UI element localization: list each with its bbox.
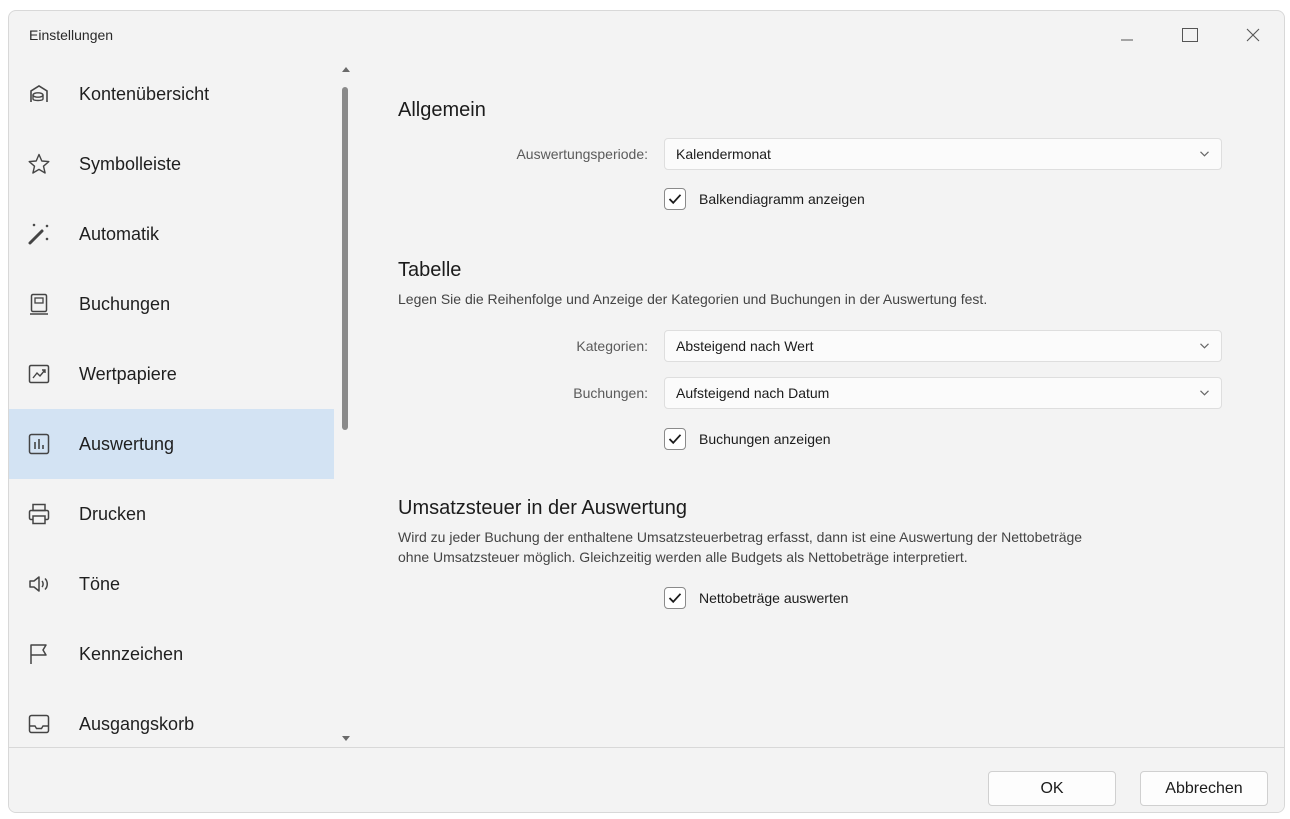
sidebar-item-label: Buchungen bbox=[79, 293, 171, 314]
chevron-down-icon bbox=[1200, 390, 1209, 396]
settings-sidebar: Kontenübersicht Symbolleiste Automatik B… bbox=[9, 59, 334, 747]
bookings-select-value: Aufsteigend nach Datum bbox=[676, 385, 830, 401]
section-heading-allgemein: Allgemein bbox=[398, 99, 486, 121]
show-bookings-checkbox[interactable]: Buchungen anzeigen bbox=[664, 428, 831, 450]
sidebar-item-label: Automatik bbox=[79, 223, 160, 244]
sidebar-item-label: Töne bbox=[79, 573, 121, 594]
dialog-footer: OK Abbrechen bbox=[9, 747, 1284, 812]
ok-button[interactable]: OK bbox=[988, 771, 1116, 806]
sidebar-item-buchungen[interactable]: Buchungen bbox=[9, 269, 334, 339]
show-bookings-checkbox-label: Buchungen anzeigen bbox=[699, 431, 831, 447]
scroll-up-arrow-icon[interactable] bbox=[342, 67, 350, 72]
sidebar-item-label: Symbolleiste bbox=[79, 153, 182, 174]
vat-description-line-1: Wird zu jeder Buchung der enthaltene Ums… bbox=[398, 529, 1083, 545]
period-select[interactable]: Kalendermonat bbox=[664, 138, 1222, 170]
bookings-select[interactable]: Aufsteigend nach Datum bbox=[664, 377, 1222, 409]
magic-wand-icon bbox=[28, 223, 49, 245]
checkmark-icon bbox=[668, 194, 682, 205]
net-amounts-checkbox[interactable]: Nettobeträge auswerten bbox=[664, 587, 848, 609]
chart-trend-icon bbox=[28, 364, 50, 384]
bar-chart-icon bbox=[28, 433, 50, 455]
bar-chart-checkbox-label: Balkendiagramm anzeigen bbox=[699, 191, 865, 207]
bookings-label: Buchungen: bbox=[573, 385, 648, 401]
maximize-button[interactable] bbox=[1167, 11, 1213, 59]
vat-description-line-2: ohne Umsatzsteuer möglich. Gleichzeitig … bbox=[398, 549, 968, 565]
checkmark-icon bbox=[668, 593, 682, 604]
close-button[interactable] bbox=[1230, 11, 1276, 59]
checkbox-box[interactable] bbox=[664, 587, 686, 609]
sidebar-scrollbar[interactable] bbox=[334, 59, 358, 747]
settings-window: Einstellungen Kontenübersicht Symbolleis… bbox=[8, 10, 1285, 813]
maximize-icon bbox=[1182, 28, 1198, 42]
checkmark-icon bbox=[668, 434, 682, 445]
section-heading-umsatzsteuer: Umsatzsteuer in der Auswertung bbox=[398, 497, 688, 519]
sidebar-item-label: Kontenübersicht bbox=[79, 83, 210, 104]
settings-content: Allgemein Auswertungsperiode: Kalendermo… bbox=[358, 59, 1284, 747]
piggy-bank-icon bbox=[30, 85, 48, 102]
sidebar-item-kontenuebersicht[interactable]: Kontenübersicht bbox=[9, 59, 334, 129]
star-icon bbox=[28, 153, 50, 174]
checkbox-box[interactable] bbox=[664, 188, 686, 210]
speaker-icon bbox=[29, 576, 48, 592]
sidebar-item-label: Kennzeichen bbox=[79, 643, 184, 664]
chevron-down-icon bbox=[1200, 151, 1209, 157]
sidebar-item-label: Drucken bbox=[79, 503, 147, 524]
categories-label: Kategorien: bbox=[576, 338, 648, 354]
outbox-tray-icon bbox=[28, 714, 50, 734]
window-title: Einstellungen bbox=[29, 27, 114, 43]
period-select-value: Kalendermonat bbox=[676, 146, 771, 162]
table-description: Legen Sie die Reihenfolge und Anzeige de… bbox=[398, 291, 988, 307]
scroll-down-arrow-icon[interactable] bbox=[342, 736, 350, 741]
checkbox-box[interactable] bbox=[664, 428, 686, 450]
section-heading-tabelle: Tabelle bbox=[398, 259, 462, 281]
sidebar-item-auswertung[interactable]: Auswertung bbox=[9, 409, 334, 479]
sidebar-item-toene[interactable]: Töne bbox=[9, 549, 334, 619]
cancel-button[interactable]: Abbrechen bbox=[1140, 771, 1268, 806]
sidebar-item-symbolleiste[interactable]: Symbolleiste bbox=[9, 129, 334, 199]
chevron-down-icon bbox=[1200, 343, 1209, 349]
sidebar-item-kennzeichen[interactable]: Kennzeichen bbox=[9, 619, 334, 689]
sidebar-item-drucken[interactable]: Drucken bbox=[9, 479, 334, 549]
minimize-icon bbox=[1121, 39, 1133, 41]
title-bar: Einstellungen bbox=[9, 11, 1284, 59]
close-icon bbox=[1246, 28, 1260, 42]
flag-icon bbox=[30, 644, 47, 664]
printer-icon bbox=[28, 503, 50, 525]
sidebar-item-wertpapiere[interactable]: Wertpapiere bbox=[9, 339, 334, 409]
net-amounts-checkbox-label: Nettobeträge auswerten bbox=[699, 590, 849, 606]
receipt-icon bbox=[30, 293, 48, 315]
scroll-thumb[interactable] bbox=[342, 87, 348, 430]
sidebar-item-label: Ausgangskorb bbox=[79, 713, 195, 734]
sidebar-item-automatik[interactable]: Automatik bbox=[9, 199, 334, 269]
categories-select-value: Absteigend nach Wert bbox=[676, 338, 814, 354]
bar-chart-checkbox[interactable]: Balkendiagramm anzeigen bbox=[664, 188, 865, 210]
minimize-button[interactable] bbox=[1104, 11, 1150, 59]
period-label: Auswertungsperiode: bbox=[516, 146, 648, 162]
sidebar-item-label: Wertpapiere bbox=[79, 363, 177, 384]
sidebar-item-label: Auswertung bbox=[79, 433, 175, 454]
categories-select[interactable]: Absteigend nach Wert bbox=[664, 330, 1222, 362]
